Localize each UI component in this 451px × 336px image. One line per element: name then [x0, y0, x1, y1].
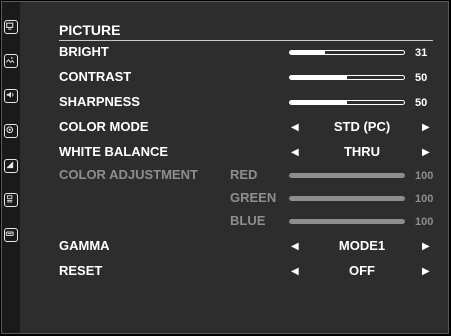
sharpness-value: 50 [415, 97, 428, 109]
red-value: 100 [415, 170, 434, 182]
input-icon[interactable] [4, 228, 18, 242]
gamma-value[interactable]: MODE1 [302, 238, 422, 253]
bright-value: 31 [415, 47, 428, 59]
menu-title: PICTURE [59, 22, 121, 38]
white-balance-value[interactable]: THRU [302, 144, 422, 159]
settings-icon[interactable] [4, 124, 18, 138]
color-mode-label: COLOR MODE [59, 119, 149, 134]
contrast-label: CONTRAST [59, 69, 132, 84]
sidebar [2, 2, 20, 333]
contrast-slider[interactable] [289, 75, 405, 80]
bright-slider-fill [290, 51, 326, 54]
blue-label: BLUE [230, 213, 266, 228]
blue-slider [289, 219, 405, 224]
audio-icon[interactable] [4, 89, 18, 103]
sharpness-label: SHARPNESS [59, 94, 140, 109]
color-adjustment-label: COLOR ADJUSTMENT [59, 167, 198, 182]
monitor-icon[interactable] [4, 20, 18, 34]
contrast-value: 50 [415, 72, 428, 84]
blue-value: 100 [415, 216, 434, 228]
sharpness-slider-fill [290, 101, 347, 104]
reset-label: RESET [59, 263, 103, 278]
green-slider [289, 196, 405, 201]
white-balance-left-arrow[interactable]: ◀ [291, 147, 299, 158]
green-label: GREEN [230, 190, 277, 205]
color-mode-left-arrow[interactable]: ◀ [291, 122, 299, 133]
contrast-slider-fill [290, 76, 347, 79]
image-icon[interactable] [4, 54, 18, 68]
info-icon[interactable] [4, 193, 18, 207]
red-slider-fill [290, 174, 404, 177]
osd-menu: PICTURE BRIGHT 31 CONTRAST 50 SHARPNESS … [1, 1, 449, 334]
white-balance-right-arrow[interactable]: ▶ [422, 147, 430, 158]
color-mode-value[interactable]: STD (PC) [302, 119, 422, 134]
bright-label: BRIGHT [59, 44, 109, 59]
green-slider-fill [290, 197, 404, 200]
gamma-right-arrow[interactable]: ▶ [422, 241, 430, 252]
gamma-left-arrow[interactable]: ◀ [291, 241, 299, 252]
display-adjust-icon[interactable] [4, 159, 18, 173]
title-divider [59, 40, 433, 41]
sharpness-slider[interactable] [289, 100, 405, 105]
gamma-label: GAMMA [59, 238, 110, 253]
reset-value[interactable]: OFF [302, 263, 422, 278]
color-mode-right-arrow[interactable]: ▶ [422, 122, 430, 133]
white-balance-label: WHITE BALANCE [59, 144, 169, 159]
reset-left-arrow[interactable]: ◀ [291, 266, 299, 277]
red-label: RED [230, 167, 258, 182]
blue-slider-fill [290, 220, 404, 223]
red-slider [289, 173, 405, 178]
reset-right-arrow[interactable]: ▶ [422, 266, 430, 277]
bright-slider[interactable] [289, 50, 405, 55]
green-value: 100 [415, 193, 434, 205]
